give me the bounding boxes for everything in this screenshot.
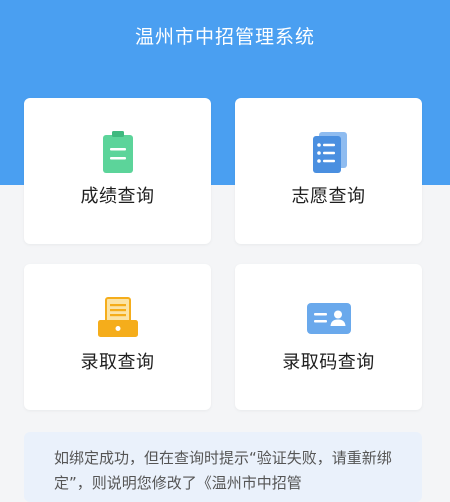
printer-tray-icon — [97, 297, 138, 337]
id-card-icon — [306, 303, 351, 334]
admission-query-card[interactable]: 录取查询 — [24, 264, 211, 410]
clipboard-icon — [102, 131, 133, 173]
admission-query-label: 录取查询 — [80, 352, 155, 373]
page-title: 温州市中招管理系统 — [134, 26, 315, 48]
score-query-card[interactable]: 成绩查询 — [24, 98, 211, 244]
admission-code-query-card[interactable]: 录取码查询 — [235, 264, 422, 410]
notice-text: 如绑定成功，但在查询时提示“验证失败，请重新绑定”，则说明您修改了《温州市中招管 — [54, 449, 392, 492]
document-list-icon — [312, 132, 347, 173]
notice-box: 如绑定成功，但在查询时提示“验证失败，请重新绑定”，则说明您修改了《温州市中招管 — [24, 432, 422, 502]
admission-code-query-label: 录取码查询 — [282, 352, 375, 373]
application-query-card[interactable]: 志愿查询 — [235, 98, 422, 244]
score-query-label: 成绩查询 — [80, 186, 155, 207]
application-query-label: 志愿查询 — [291, 186, 366, 207]
